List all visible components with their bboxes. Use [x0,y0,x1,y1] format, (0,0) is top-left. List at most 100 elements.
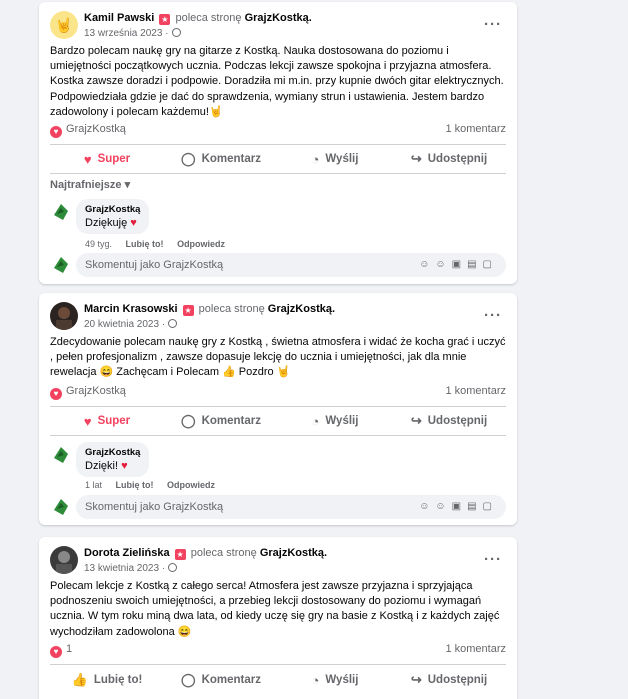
divider [50,664,506,665]
recommends-text: poleca stronę [198,303,265,315]
post-actions: ♥ Super ◯ Komentarz ◔ Wyślij ↪ Udostępnij [50,147,506,171]
camera-icon: ▣ [451,501,468,512]
composer-icons[interactable]: ☺☺▣▤▢ [419,259,498,270]
messenger-icon: ◔ [311,413,320,429]
divider [50,406,506,407]
page-avatar[interactable] [50,201,72,223]
post-body: Bardzo polecam naukę gry na gitarze z Ko… [50,45,504,118]
page-name[interactable]: GrajzKostką. [260,547,327,559]
post-body: Zdecydowanie polecam naukę gry z Kostką … [50,336,506,379]
comment-count[interactable]: 1 komentarz [445,123,506,135]
comment-button[interactable]: ◯ Komentarz [164,668,278,692]
heart-icon: ♥ [50,126,62,138]
comment-like-button[interactable]: Lubię to! [116,480,154,490]
page-avatar[interactable] [50,444,72,466]
author-name[interactable]: Kamil Pawski [84,12,154,24]
comment-time[interactable]: 49 tyg. [85,239,112,249]
recommend-icon: ★ [159,14,171,25]
emoji-icon: ☺ [435,501,452,512]
like-button[interactable]: 👍 Lubię to! [50,668,164,692]
post-date[interactable]: 13 września 2023 [84,28,162,39]
send-button[interactable]: ◔ Wyślij [278,409,392,433]
react-button[interactable]: ♥ Super [50,147,164,171]
composer-icons[interactable]: ☺☺▣▤▢ [419,501,498,512]
post-date[interactable]: 13 kwietnia 2023 [84,563,159,574]
post-actions: 👍 Lubię to! ◯ Komentarz ◔ Wyślij ↪ Udostępni… [50,668,506,692]
sticker-icon: ▢ [482,259,498,270]
reaction-count: 1 [66,643,73,655]
post-date-line: 20 kwietnia 2023 · [84,319,178,330]
author-line: Kamil Pawski ★ poleca stronę GrajzKostką… [84,12,312,25]
comment-button[interactable]: ◯ Komentarz [164,147,278,171]
heart-icon: ♥ [50,646,62,658]
thumbs-up-icon: 👍 [71,672,88,687]
share-button[interactable]: ↪ Udostępnij [392,668,506,692]
react-button[interactable]: ♥ Super [50,409,164,433]
page-name[interactable]: GrajzKostką. [245,12,312,24]
avatar[interactable]: 🤘 [50,11,78,39]
share-button[interactable]: ↪ Udostępnij [392,147,506,171]
post-date[interactable]: 20 kwietnia 2023 [84,319,159,330]
heart-icon: ♥ [83,151,92,167]
avatar[interactable] [50,546,78,574]
comment-count[interactable]: 1 komentarz [445,643,506,655]
comment-icon: ◯ [181,672,196,687]
share-icon: ↪ [410,672,422,687]
comment: GrajzKostką Dziękuję ♥ 49 tyg. Lubię to!… [50,199,506,251]
recommends-text: poleca stronę [175,12,242,24]
share-icon: ↪ [410,413,422,428]
comment-icon: ◯ [181,151,196,166]
reaction-summary[interactable]: ♥ GrajzKostką 1 komentarz [50,385,506,401]
more-options-icon[interactable]: ··· [484,307,502,324]
comment-meta: 1 lat Lubię to! Odpowiedz [85,480,215,490]
avatar[interactable] [50,302,78,330]
comment-reply-button[interactable]: Odpowiedz [167,480,215,490]
comment-like-button[interactable]: Lubię to! [126,239,164,249]
reaction-summary[interactable]: ♥ GrajzKostką 1 komentarz [50,123,506,139]
recommend-icon: ★ [174,549,186,560]
comment-reply-button[interactable]: Odpowiedz [177,239,225,249]
post-body: Polecam lekcje z Kostką z całego serca! … [50,580,500,638]
comment: GrajzKostką Dzięki! ♥ 1 lat Lubię to! Od… [50,442,506,492]
comment-time[interactable]: 1 lat [85,480,102,490]
camera-icon: ▣ [451,259,468,270]
globe-icon [171,28,181,37]
comment-input[interactable]: Skomentuj jako GrajzKostką ☺☺▣▤▢ [76,253,506,277]
comment-author[interactable]: GrajzKostką [85,447,140,458]
post-actions: ♥ Super ◯ Komentarz ◔ Wyślij ↪ Udostępnij [50,409,506,433]
globe-icon [168,319,178,328]
sticker-icon: ▢ [482,501,498,512]
send-button[interactable]: ◔ Wyślij [278,668,392,692]
share-button[interactable]: ↪ Udostępnij [392,409,506,433]
more-options-icon[interactable]: ··· [484,551,502,568]
emoji-icon: ☺ [435,259,452,270]
review-post: 🤘 Kamil Pawski ★ poleca stronę GrajzKost… [39,2,517,284]
comment-input[interactable]: Skomentuj jako GrajzKostką ☺☺▣▤▢ [76,495,506,519]
post-date-line: 13 kwietnia 2023 · [84,563,178,574]
page-avatar [50,254,72,276]
comment-composer: Skomentuj jako GrajzKostką ☺☺▣▤▢ [50,253,506,277]
page-name[interactable]: GrajzKostką. [268,303,335,315]
recommend-icon: ★ [182,305,194,316]
reaction-summary[interactable]: ♥ 1 1 komentarz [50,643,506,659]
comment-composer: Skomentuj jako GrajzKostką ☺☺▣▤▢ [50,495,506,519]
author-name[interactable]: Dorota Zielińska [84,547,170,559]
divider [50,144,506,145]
review-post: Dorota Zielińska ★ poleca stronę GrajzKo… [39,537,517,699]
review-post: Marcin Krasowski ★ poleca stronę GrajzKo… [39,293,517,525]
comment-author[interactable]: GrajzKostką [85,204,140,215]
comment-text: Dzięki! [85,460,119,472]
reactor-name: GrajzKostką [66,123,126,135]
author-name[interactable]: Marcin Krasowski [84,303,178,315]
heart-icon: ♥ [130,217,137,229]
send-button[interactable]: ◔ Wyślij [278,147,392,171]
comment-count[interactable]: 1 komentarz [445,385,506,397]
heart-icon: ♥ [50,388,62,400]
share-icon: ↪ [410,151,422,166]
divider [50,435,506,436]
gif-icon: ▤ [467,501,483,512]
more-options-icon[interactable]: ··· [484,16,502,33]
comment-sort-dropdown[interactable]: Najtrafniejsze ▾ [50,178,130,191]
comment-button[interactable]: ◯ Komentarz [164,409,278,433]
chevron-down-icon: ▾ [124,179,131,191]
